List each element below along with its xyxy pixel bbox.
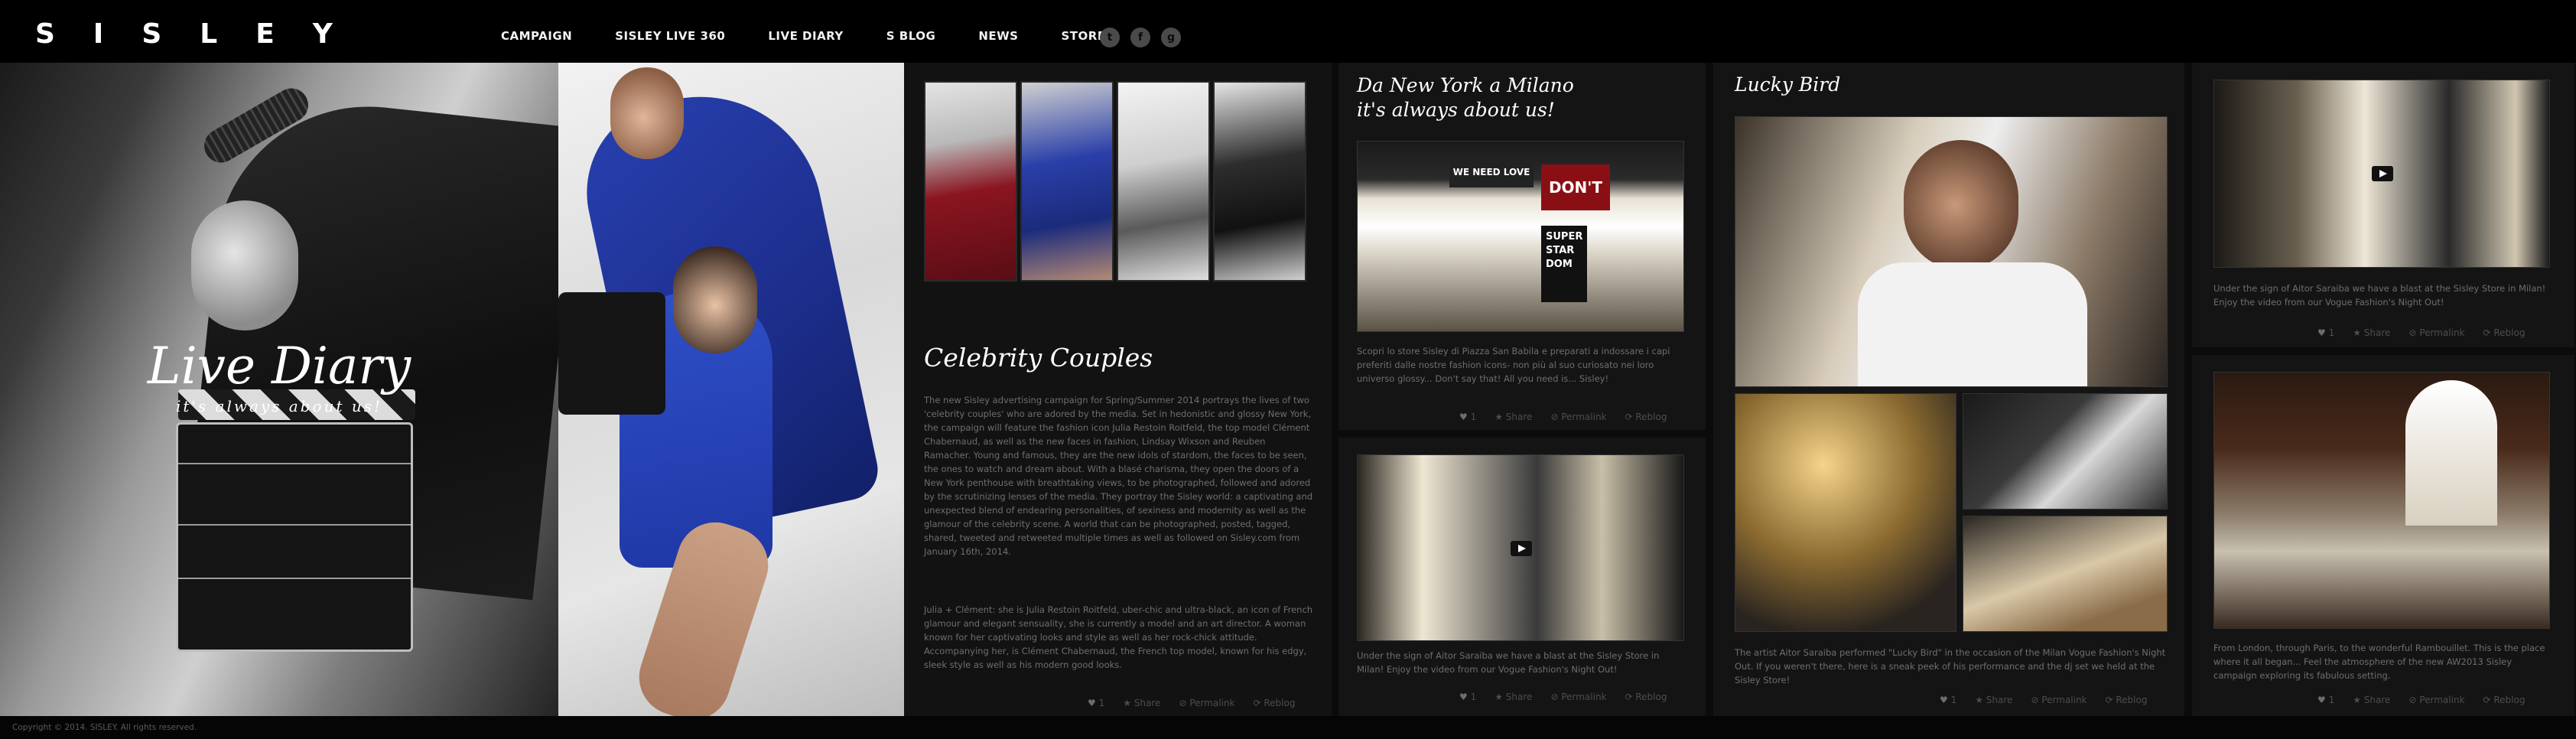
like-count[interactable]: ♥ 1 bbox=[1940, 695, 1956, 705]
google-plus-icon[interactable]: g bbox=[1161, 28, 1181, 47]
paris-actions: ♥ 1 ★ Share ⊘ Permalink ⟳ Reblog bbox=[2317, 695, 2525, 705]
video-thumbnail-2[interactable] bbox=[2213, 80, 2550, 268]
nav-news[interactable]: NEWS bbox=[978, 29, 1018, 43]
permalink-link[interactable]: ⊘ Permalink bbox=[2408, 695, 2464, 705]
thumbnail-4[interactable] bbox=[1213, 81, 1306, 282]
camera bbox=[558, 292, 665, 415]
video-2-actions: ♥ 1 ★ Share ⊘ Permalink ⟳ Reblog bbox=[2317, 327, 2525, 338]
nav-campaign[interactable]: CAMPAIGN bbox=[501, 29, 572, 43]
lucky-photo-4[interactable] bbox=[1963, 516, 2168, 632]
like-count[interactable]: ♥ 1 bbox=[1459, 412, 1476, 422]
window bbox=[2405, 380, 2497, 526]
milano-post: Da New York a Milano it's always about u… bbox=[1338, 63, 1706, 430]
man-head bbox=[610, 67, 684, 159]
thumbnail-1[interactable] bbox=[924, 81, 1017, 282]
post-actions: ♥ 1 ★ Share ⊘ Permalink ⟳ Reblog bbox=[1088, 698, 1295, 708]
nav-live-diary[interactable]: LIVE DIARY bbox=[768, 29, 843, 43]
milano-title: Da New York a Milano it's always about u… bbox=[1357, 73, 1574, 122]
reblog-link[interactable]: ⟳ Reblog bbox=[1625, 412, 1667, 422]
permalink-link[interactable]: ⊘ Permalink bbox=[2408, 327, 2464, 338]
column-4: Under the sign of Aitor Saraiba we have … bbox=[2192, 63, 2574, 716]
paris-room-photo[interactable] bbox=[2213, 372, 2550, 629]
sisley-logo[interactable]: SISLEY bbox=[35, 18, 371, 50]
post-body: The new Sisley advertising campaign for … bbox=[924, 395, 1313, 557]
milano-title-line2: it's always about us! bbox=[1357, 99, 1555, 121]
lucky-text: The artist Aitor Saraiba performed "Luck… bbox=[1735, 647, 2166, 685]
permalink-link[interactable]: ⊘ Permalink bbox=[1179, 698, 1234, 708]
lucky-bird-post: Lucky Bird The artist Aitor Saraiba perf… bbox=[1713, 63, 2184, 716]
hero-photo-face bbox=[191, 200, 298, 330]
reblog-link[interactable]: ⟳ Reblog bbox=[1625, 692, 1667, 702]
milano-store-photo[interactable]: WE NEED LOVE DON'T SUPER STAR DOM bbox=[1357, 141, 1684, 332]
social-links: t f g bbox=[1100, 28, 1181, 47]
reblog-link[interactable]: ⟳ Reblog bbox=[2483, 327, 2526, 338]
store-sign-dont: DON'T bbox=[1541, 164, 1610, 210]
share-link[interactable]: ★ Share bbox=[1123, 698, 1160, 708]
share-link[interactable]: ★ Share bbox=[1495, 692, 1532, 702]
share-link[interactable]: ★ Share bbox=[2353, 695, 2390, 705]
video-1-text: Under the sign of Aitor Saraiba we have … bbox=[1357, 650, 1660, 675]
celebrity-couples-post: Celebrity Couples The new Sisley adverti… bbox=[904, 63, 1332, 716]
permalink-link[interactable]: ⊘ Permalink bbox=[2031, 695, 2086, 705]
post-title: Celebrity Couples bbox=[924, 343, 1153, 373]
artist-shirt bbox=[1858, 262, 2087, 386]
clapperboard bbox=[176, 389, 415, 652]
like-count[interactable]: ♥ 1 bbox=[1459, 692, 1476, 702]
share-link[interactable]: ★ Share bbox=[2353, 327, 2390, 338]
main-nav: CAMPAIGN SISLEY LIVE 360 LIVE DIARY S BL… bbox=[501, 29, 1157, 43]
share-link[interactable]: ★ Share bbox=[1495, 412, 1532, 422]
lucky-photo-3[interactable] bbox=[1963, 393, 2168, 509]
video-post-2: Under the sign of Aitor Saraiba we have … bbox=[2192, 63, 2574, 347]
paris-text: From London, through Paris, to the wonde… bbox=[2213, 643, 2545, 681]
video-1-actions: ♥ 1 ★ Share ⊘ Permalink ⟳ Reblog bbox=[1459, 692, 1667, 702]
like-count[interactable]: ♥ 1 bbox=[2317, 327, 2334, 338]
milano-title-line1: Da New York a Milano bbox=[1357, 74, 1574, 96]
reblog-link[interactable]: ⟳ Reblog bbox=[2483, 695, 2526, 705]
woman-head bbox=[673, 246, 757, 353]
site-footer: Copyright © 2014. SISLEY. All rights res… bbox=[0, 716, 2576, 739]
hero-subtitle: it's always about us! bbox=[175, 397, 383, 415]
celebrity-couple-photo[interactable] bbox=[558, 63, 904, 716]
like-count[interactable]: ♥ 1 bbox=[2317, 695, 2334, 705]
hero-title: Live Diary bbox=[147, 337, 411, 396]
share-link[interactable]: ★ Share bbox=[1975, 695, 2012, 705]
post-body-2: Julia + Clément: she is Julia Restoin Ro… bbox=[924, 604, 1313, 670]
twitter-icon[interactable]: t bbox=[1100, 28, 1120, 47]
play-icon[interactable] bbox=[1511, 541, 1532, 556]
milano-actions: ♥ 1 ★ Share ⊘ Permalink ⟳ Reblog bbox=[1459, 412, 1667, 422]
reblog-link[interactable]: ⟳ Reblog bbox=[1254, 698, 1296, 708]
thumbnail-3[interactable] bbox=[1117, 81, 1210, 282]
play-icon[interactable] bbox=[2372, 166, 2393, 181]
facebook-icon[interactable]: f bbox=[1130, 28, 1150, 47]
reblog-link[interactable]: ⟳ Reblog bbox=[2106, 695, 2148, 705]
nav-s-blog[interactable]: S BLOG bbox=[886, 29, 936, 43]
store-sign-love: WE NEED LOVE bbox=[1449, 157, 1534, 187]
video-post-1: Under the sign of Aitor Saraiba we have … bbox=[1338, 438, 1706, 716]
nav-sisley-live-360[interactable]: SISLEY LIVE 360 bbox=[615, 29, 725, 43]
permalink-link[interactable]: ⊘ Permalink bbox=[1550, 692, 1606, 702]
lucky-title: Lucky Bird bbox=[1735, 73, 1841, 96]
artist-head bbox=[1904, 140, 2018, 270]
hero-live-diary[interactable]: Live Diary it's always about us! bbox=[0, 63, 558, 716]
lucky-photo-main[interactable] bbox=[1735, 116, 2168, 387]
thumbnail-2[interactable] bbox=[1020, 81, 1114, 282]
video-2-text: Under the sign of Aitor Saraiba we have … bbox=[2213, 283, 2546, 308]
lucky-actions: ♥ 1 ★ Share ⊘ Permalink ⟳ Reblog bbox=[1940, 695, 2147, 705]
paris-post: From London, through Paris, to the wonde… bbox=[2192, 355, 2574, 716]
lucky-photo-2[interactable] bbox=[1735, 393, 1956, 632]
copyright-text: Copyright © 2014. SISLEY. All rights res… bbox=[12, 723, 197, 732]
like-count[interactable]: ♥ 1 bbox=[1088, 698, 1104, 708]
store-sign-superstar: SUPER STAR DOM bbox=[1541, 226, 1587, 302]
permalink-link[interactable]: ⊘ Permalink bbox=[1550, 412, 1606, 422]
milano-text: Scopri lo store Sisley di Piazza San Bab… bbox=[1357, 346, 1670, 384]
column-2: Da New York a Milano it's always about u… bbox=[1338, 63, 1706, 716]
site-header: SISLEY CAMPAIGN SISLEY LIVE 360 LIVE DIA… bbox=[0, 0, 2576, 63]
video-thumbnail-1[interactable] bbox=[1357, 454, 1684, 641]
